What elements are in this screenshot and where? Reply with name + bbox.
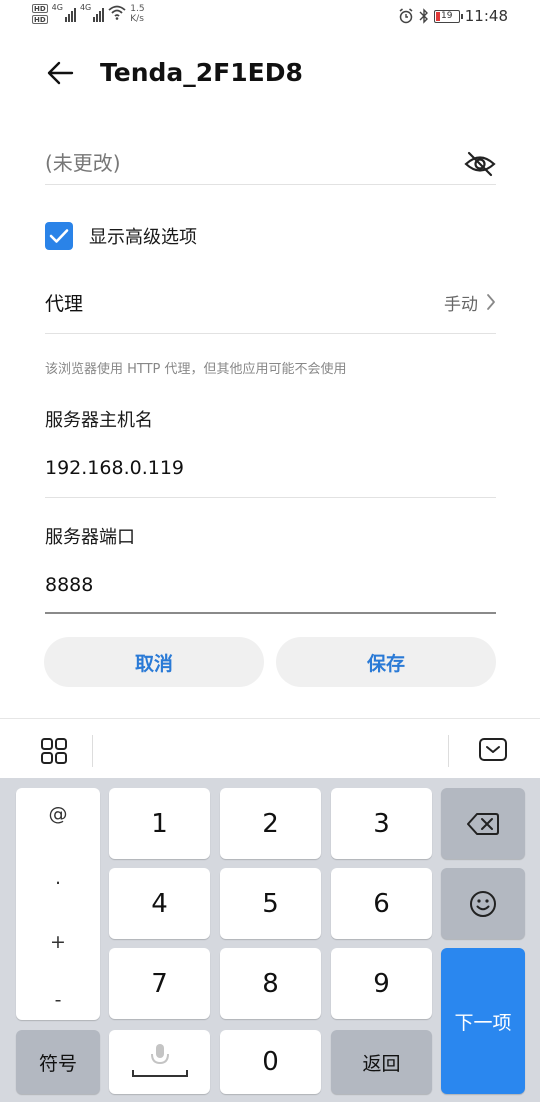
- proxy-label: 代理: [45, 292, 84, 315]
- show-advanced-label: 显示高级选项: [89, 227, 197, 248]
- key-0[interactable]: 0: [220, 1030, 321, 1094]
- proxy-hint: 该浏览器使用 HTTP 代理，但其他应用可能不会使用: [45, 362, 347, 377]
- wifi-icon: [108, 5, 126, 20]
- proxy-value-group: 手动: [444, 290, 496, 315]
- hd-badge-2: HD: [32, 15, 48, 24]
- clock: 11:48: [464, 7, 508, 25]
- key-4[interactable]: 4: [109, 868, 210, 939]
- divider: [45, 497, 496, 498]
- space-key[interactable]: [109, 1030, 210, 1094]
- status-bar: HD HD 4G 4G 1.5 K/s 19 11:48: [0, 0, 540, 34]
- toolbar-separator: [92, 735, 93, 767]
- bluetooth-icon: [419, 8, 428, 24]
- alarm-icon: [399, 8, 413, 24]
- cancel-button[interactable]: 取消: [44, 637, 264, 687]
- next-key[interactable]: 下一项: [441, 948, 525, 1094]
- numeric-keyboard: @ . + - 1 2 3 4 5 6 7 8 9 下一项 符号 0 返回: [0, 778, 540, 1102]
- proxy-row[interactable]: 代理 手动: [45, 282, 496, 322]
- status-left: HD HD 4G 4G 1.5 K/s: [32, 4, 145, 24]
- toolbar-separator: [448, 735, 449, 767]
- battery-icon: 19: [433, 9, 463, 23]
- divider: [45, 333, 496, 334]
- key-6[interactable]: 6: [331, 868, 432, 939]
- eye-off-icon[interactable]: [464, 150, 496, 178]
- key-5[interactable]: 5: [220, 868, 321, 939]
- key-plus[interactable]: +: [16, 922, 100, 962]
- back-arrow-icon: [47, 61, 74, 85]
- signal-icon: 4G: [52, 4, 76, 22]
- show-advanced-row[interactable]: 显示高级选项: [45, 220, 496, 252]
- keyboard-toolbar: [0, 718, 540, 778]
- emoji-icon: [470, 890, 496, 917]
- key-8[interactable]: 8: [220, 948, 321, 1019]
- backspace-key[interactable]: [441, 788, 525, 859]
- backspace-icon: [467, 812, 499, 835]
- status-right: 19 11:48: [398, 7, 508, 25]
- apps-grid-icon[interactable]: [38, 735, 70, 767]
- port-input-underline: [45, 612, 496, 614]
- key-7[interactable]: 7: [109, 948, 210, 1019]
- hide-keyboard-icon[interactable]: [478, 736, 508, 764]
- hd-badges: HD HD: [32, 4, 48, 24]
- hd-badge-1: HD: [32, 4, 48, 13]
- symbol-column: @ . + -: [16, 788, 100, 1020]
- show-advanced-checkbox[interactable]: [45, 222, 73, 250]
- app-header: Tenda_2F1ED8: [0, 40, 540, 106]
- hostname-label: 服务器主机名: [45, 410, 153, 431]
- hostname-input[interactable]: 192.168.0.119: [45, 457, 496, 479]
- divider: [45, 184, 496, 185]
- key-at[interactable]: @: [16, 794, 100, 834]
- back-button[interactable]: [40, 56, 80, 90]
- key-dot[interactable]: .: [16, 858, 100, 898]
- key-9[interactable]: 9: [331, 948, 432, 1019]
- key-minus[interactable]: -: [16, 980, 100, 1020]
- port-input[interactable]: 8888: [45, 574, 496, 596]
- key-3[interactable]: 3: [331, 788, 432, 859]
- chevron-right-icon: [487, 294, 495, 310]
- password-field[interactable]: (未更改): [45, 146, 496, 182]
- microphone-icon: [131, 1044, 188, 1077]
- key-2[interactable]: 2: [220, 788, 321, 859]
- signal-icon-2: 4G: [80, 4, 105, 22]
- check-icon: [49, 229, 69, 243]
- symbols-key[interactable]: 符号: [16, 1030, 100, 1094]
- proxy-value: 手动: [444, 294, 478, 315]
- emoji-key[interactable]: [441, 868, 525, 939]
- return-key[interactable]: 返回: [331, 1030, 432, 1094]
- key-1[interactable]: 1: [109, 788, 210, 859]
- page-title: Tenda_2F1ED8: [100, 58, 303, 87]
- network-speed: 1.5 K/s: [130, 4, 145, 24]
- save-button[interactable]: 保存: [276, 637, 496, 687]
- port-label: 服务器端口: [45, 527, 135, 548]
- password-value: (未更改): [45, 151, 121, 175]
